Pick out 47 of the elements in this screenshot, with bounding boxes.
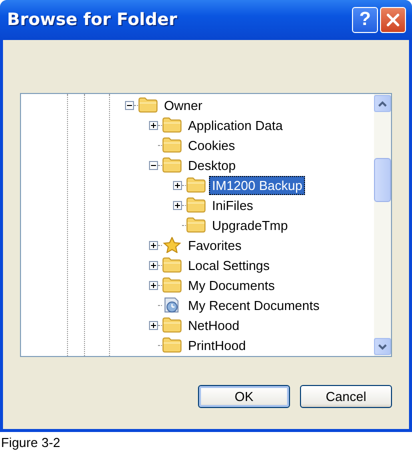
scrollbar[interactable] [374,94,391,356]
folder-icon [162,137,182,153]
scroll-up-button[interactable] [374,95,391,112]
collapse-icon[interactable] [149,160,158,170]
tree-item[interactable]: Local Settings [185,256,273,274]
tree-item[interactable]: PrintHood [185,336,249,354]
tree-item[interactable]: NetHood [185,316,242,334]
tree-item[interactable]: Desktop [185,156,239,174]
star-icon [162,237,182,253]
expand-icon[interactable] [149,320,158,330]
expand-icon[interactable] [173,180,182,190]
chevron-down-icon [378,344,387,350]
folder-icon [162,117,182,133]
tree-item[interactable]: IniFiles [209,196,256,214]
tree-item[interactable]: Favorites [185,236,244,254]
figure-caption: Figure 3-2 [0,434,60,450]
tree-item[interactable]: UpgradeTmp [209,216,291,234]
folder-icon [186,177,206,193]
close-icon [386,13,400,27]
folder-icon [162,317,182,333]
expand-icon[interactable] [149,240,158,250]
folder-icon [186,217,206,233]
folder-icon [162,277,182,293]
expand-icon[interactable] [173,200,182,210]
tree-item[interactable]: Owner [161,96,206,114]
scroll-down-button[interactable] [374,338,391,355]
window-title: Browse for Folder [7,10,178,30]
folder-icon [162,157,182,173]
tree-item[interactable]: Application Data [185,116,286,134]
tree-item[interactable]: My Recent Documents [185,296,322,314]
expand-icon[interactable] [149,280,158,290]
collapse-icon[interactable] [125,100,134,110]
expand-icon[interactable] [149,120,158,130]
tree-item[interactable]: IM1200 Backup [209,176,306,194]
close-button[interactable] [380,7,406,33]
cancel-button[interactable]: Cancel [300,385,392,408]
tree-item[interactable]: My Documents [185,276,278,294]
ok-button[interactable]: OK [198,385,290,408]
tree-item[interactable]: Cookies [185,136,238,154]
expand-icon[interactable] [149,260,158,270]
folder-icon [162,257,182,273]
help-button[interactable]: ? [352,7,378,33]
folder-icon [138,97,158,113]
scroll-thumb[interactable] [374,158,391,202]
folder-icon [162,337,182,353]
folder-icon [186,197,206,213]
chevron-up-icon [378,100,387,106]
